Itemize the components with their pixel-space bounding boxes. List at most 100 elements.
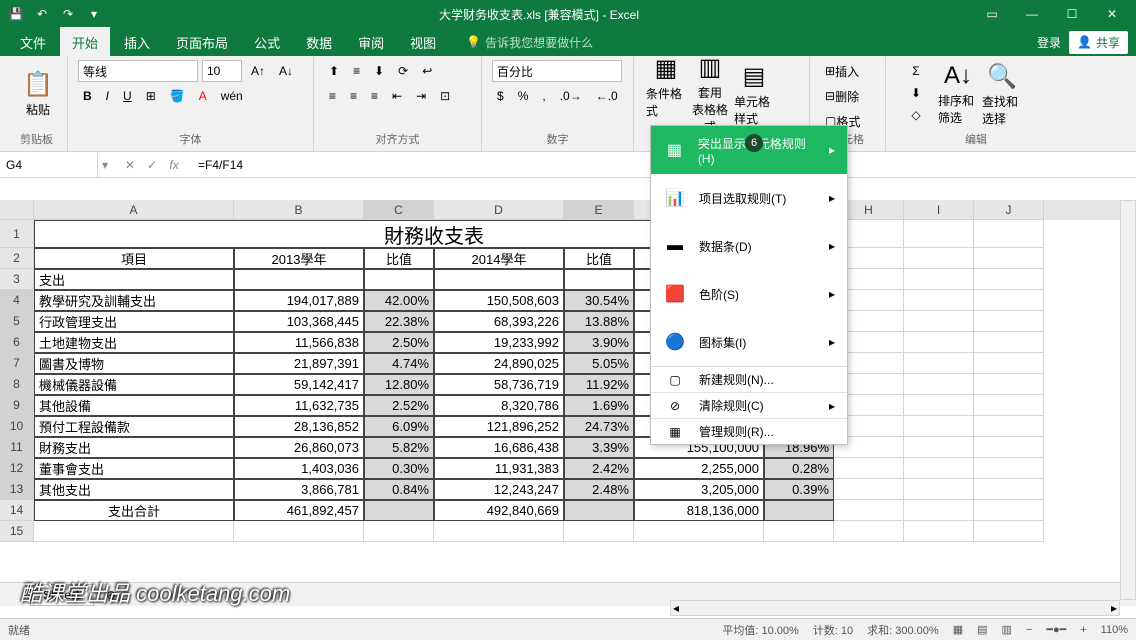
cell[interactable]: 5.82% xyxy=(364,437,434,458)
menu-highlight-rules[interactable]: ▦ 突出显示单元格规则(H) ▸ 6 xyxy=(651,126,847,174)
cell[interactable]: 11.92% xyxy=(564,374,634,395)
cell[interactable]: 16,686,438 xyxy=(434,437,564,458)
cell[interactable]: 24,890,025 xyxy=(434,353,564,374)
col-header[interactable]: C xyxy=(364,200,434,220)
cell[interactable] xyxy=(974,395,1044,416)
delete-button[interactable]: ⊟ 删除 xyxy=(820,85,864,107)
indent-decrease-icon[interactable]: ⇤ xyxy=(387,85,407,107)
view-normal-icon[interactable]: ▦ xyxy=(953,623,963,636)
view-break-icon[interactable]: ▥ xyxy=(1002,623,1012,636)
align-top-icon[interactable]: ⬆ xyxy=(324,60,344,82)
cell[interactable]: 比值 xyxy=(564,248,634,269)
cell[interactable] xyxy=(904,416,974,437)
menu-new-rule[interactable]: ▢ 新建规则(N)... xyxy=(651,366,847,392)
row-header[interactable]: 7 xyxy=(0,353,34,374)
zoom-in-icon[interactable]: + xyxy=(1080,624,1086,636)
cell[interactable] xyxy=(904,437,974,458)
tab-data[interactable]: 数据 xyxy=(294,27,344,58)
cell[interactable]: 11,632,735 xyxy=(234,395,364,416)
cell[interactable] xyxy=(234,521,364,542)
cell[interactable] xyxy=(974,521,1044,542)
bold-button[interactable]: B xyxy=(78,85,97,107)
menu-manage-rules[interactable]: ▦ 管理规则(R)... xyxy=(651,418,847,444)
cell[interactable]: 11,566,838 xyxy=(234,332,364,353)
tab-file[interactable]: 文件 xyxy=(8,27,58,58)
cell[interactable]: 2,255,000 xyxy=(634,458,764,479)
cell[interactable]: 103,368,445 xyxy=(234,311,364,332)
cell[interactable] xyxy=(974,374,1044,395)
cell[interactable] xyxy=(904,353,974,374)
namebox-dropdown-icon[interactable]: ▾ xyxy=(102,158,108,172)
cell[interactable]: 教學研究及訓輔支出 xyxy=(34,290,234,311)
save-icon[interactable]: 💾 xyxy=(4,3,28,25)
orientation-icon[interactable]: ⟳ xyxy=(393,60,413,82)
cell[interactable] xyxy=(364,269,434,290)
cell[interactable]: 3.39% xyxy=(564,437,634,458)
merge-button[interactable]: ⊡ xyxy=(435,85,455,107)
cell[interactable] xyxy=(904,374,974,395)
col-header[interactable]: J xyxy=(974,200,1044,220)
cell[interactable] xyxy=(974,458,1044,479)
insert-button[interactable]: ⊞ 插入 xyxy=(820,60,864,82)
cell[interactable]: 11,931,383 xyxy=(434,458,564,479)
cell[interactable]: 土地建物支出 xyxy=(34,332,234,353)
undo-icon[interactable]: ↶ xyxy=(30,3,54,25)
horizontal-scrollbar[interactable]: ◂▸ xyxy=(670,600,1120,616)
cell[interactable]: 8,320,786 xyxy=(434,395,564,416)
cell[interactable]: 59,142,417 xyxy=(234,374,364,395)
cell[interactable]: 28,136,852 xyxy=(234,416,364,437)
row-header[interactable]: 4 xyxy=(0,290,34,311)
col-header[interactable]: E xyxy=(564,200,634,220)
tab-review[interactable]: 审阅 xyxy=(346,27,396,58)
row-header[interactable]: 14 xyxy=(0,500,34,521)
cell[interactable]: 0.39% xyxy=(764,479,834,500)
cell[interactable]: 22.38% xyxy=(364,311,434,332)
tab-layout[interactable]: 页面布局 xyxy=(164,27,240,58)
cell[interactable]: 58,736,719 xyxy=(434,374,564,395)
cancel-icon[interactable]: ✕ xyxy=(120,155,140,175)
cell[interactable]: 3,866,781 xyxy=(234,479,364,500)
cell[interactable] xyxy=(904,311,974,332)
cell[interactable]: 42.00% xyxy=(364,290,434,311)
font-size-combo[interactable]: 10 xyxy=(202,60,242,82)
align-bottom-icon[interactable]: ⬇ xyxy=(369,60,389,82)
clear-icon[interactable]: ◇ xyxy=(896,104,936,126)
cell[interactable] xyxy=(834,500,904,521)
table-format-button[interactable]: ▥套用 表格格式 xyxy=(688,60,732,128)
tell-me[interactable]: 💡 告诉我您想要做什么 xyxy=(466,34,593,51)
vertical-scrollbar[interactable] xyxy=(1120,200,1136,600)
cell[interactable] xyxy=(834,458,904,479)
cell[interactable]: 預付工程設備款 xyxy=(34,416,234,437)
zoom-out-icon[interactable]: − xyxy=(1026,624,1032,636)
cell[interactable]: 121,896,252 xyxy=(434,416,564,437)
zoom-level[interactable]: 110% xyxy=(1101,624,1128,636)
cell[interactable]: 董事會支出 xyxy=(34,458,234,479)
cell[interactable]: 行政管理支出 xyxy=(34,311,234,332)
cell[interactable] xyxy=(974,479,1044,500)
redo-icon[interactable]: ↷ xyxy=(56,3,80,25)
cell[interactable] xyxy=(834,521,904,542)
cell[interactable]: 機械儀器設備 xyxy=(34,374,234,395)
cell[interactable] xyxy=(764,521,834,542)
cell[interactable]: 2.42% xyxy=(564,458,634,479)
cell[interactable]: 2013學年 xyxy=(234,248,364,269)
font-color-button[interactable]: A xyxy=(194,85,212,107)
border-button[interactable]: ⊞ xyxy=(141,85,161,107)
cell[interactable] xyxy=(904,269,974,290)
menu-top-rules[interactable]: 📊 项目选取规则(T) ▸ xyxy=(651,174,847,222)
cell[interactable]: 150,508,603 xyxy=(434,290,564,311)
tab-home[interactable]: 开始 xyxy=(60,27,110,58)
conditional-format-button[interactable]: ▦条件格式▾ xyxy=(644,60,688,128)
cell[interactable] xyxy=(434,521,564,542)
tab-view[interactable]: 视图 xyxy=(398,27,448,58)
row-header[interactable]: 1 xyxy=(0,220,34,248)
qat-more-icon[interactable]: ▾ xyxy=(82,3,106,25)
cell[interactable]: 4.74% xyxy=(364,353,434,374)
find-select-button[interactable]: 🔍查找和选择 xyxy=(980,60,1024,128)
cell[interactable] xyxy=(974,500,1044,521)
cell[interactable] xyxy=(904,395,974,416)
cell[interactable] xyxy=(434,269,564,290)
cell[interactable] xyxy=(904,521,974,542)
cell[interactable]: 圖書及博物 xyxy=(34,353,234,374)
cell[interactable]: 5.05% xyxy=(564,353,634,374)
